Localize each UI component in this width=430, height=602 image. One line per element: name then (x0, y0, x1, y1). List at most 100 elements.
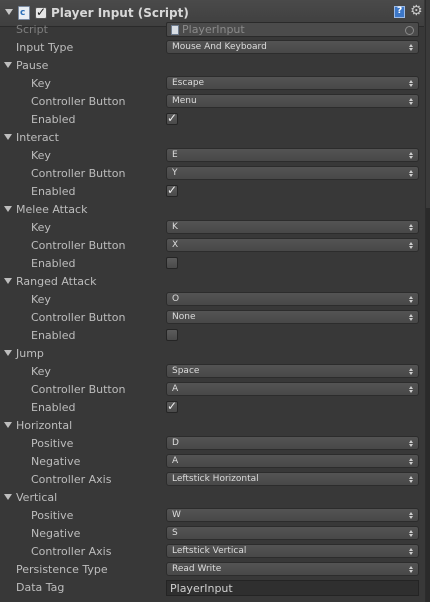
vertical-label: Vertical (16, 491, 58, 504)
horizontal-positive-row: Positive D (0, 435, 424, 453)
script-object-field[interactable]: PlayerInput (166, 22, 419, 37)
script-row: Script PlayerInput (0, 21, 424, 39)
pause-button-dropdown[interactable]: Menu (166, 94, 419, 108)
interact-button-row: Controller Button Y (0, 165, 424, 183)
melee-button-dropdown[interactable]: X (166, 238, 419, 252)
ranged-key-dropdown[interactable]: O (166, 292, 419, 306)
pause-label: Pause (16, 59, 49, 72)
input-type-row: Input Type Mouse And Keyboard (0, 39, 424, 57)
pause-enabled-row: Enabled ✓ (0, 111, 424, 129)
persistence-type-label: Persistence Type (16, 563, 108, 576)
data-tag-input[interactable]: PlayerInput (166, 580, 419, 596)
interact-label: Interact (16, 131, 59, 144)
dropdown-arrow-icon (409, 242, 414, 249)
interact-button-value: Y (172, 168, 178, 178)
dropdown-arrow-icon (409, 368, 414, 375)
foldout-arrow-icon[interactable] (4, 494, 12, 500)
inspector-scrollbar[interactable] (425, 0, 430, 602)
pause-enabled-checkbox[interactable]: ✓ (166, 111, 178, 125)
ranged-label: Ranged Attack (16, 275, 97, 288)
interact-button-label: Controller Button (31, 167, 126, 180)
dropdown-arrow-icon (409, 44, 414, 51)
horizontal-positive-label: Positive (31, 437, 74, 450)
melee-key-label: Key (31, 221, 51, 234)
input-type-dropdown[interactable]: Mouse And Keyboard (166, 40, 419, 54)
vertical-axis-dropdown[interactable]: Leftstick Vertical (166, 544, 419, 558)
jump-key-label: Key (31, 365, 51, 378)
vertical-negative-row: Negative S (0, 525, 424, 543)
ranged-enabled-checkbox[interactable] (166, 329, 178, 341)
scrollbar-thumb[interactable] (426, 208, 430, 602)
foldout-arrow-icon[interactable] (4, 206, 12, 212)
jump-key-value: Space (172, 366, 200, 376)
jump-button-value: A (172, 384, 179, 394)
ranged-button-dropdown[interactable]: None (166, 310, 419, 324)
ranged-button-label: Controller Button (31, 311, 126, 324)
jump-label: Jump (16, 347, 44, 360)
interact-key-row: Key E (0, 147, 424, 165)
melee-button-label: Controller Button (31, 239, 126, 252)
foldout-arrow-icon[interactable] (4, 278, 12, 284)
melee-label: Melee Attack (16, 203, 88, 216)
horizontal-negative-label: Negative (31, 455, 81, 468)
melee-key-dropdown[interactable]: K (166, 220, 419, 234)
jump-enabled-row: Enabled ✓ (0, 399, 424, 417)
dropdown-arrow-icon (409, 170, 414, 177)
interact-enabled-checkbox[interactable]: ✓ (166, 183, 178, 197)
horizontal-axis-dropdown[interactable]: Leftstick Horizontal (166, 472, 419, 486)
vertical-negative-dropdown[interactable]: S (166, 526, 419, 540)
jump-key-row: Key Space (0, 363, 424, 381)
object-picker-icon[interactable] (405, 26, 414, 35)
dropdown-arrow-icon (409, 566, 414, 573)
pause-key-row: Key Escape (0, 75, 424, 93)
interact-foldout[interactable]: Interact (0, 129, 424, 147)
pause-button-value: Menu (172, 96, 197, 106)
dropdown-arrow-icon (409, 458, 414, 465)
foldout-arrow-icon[interactable] (4, 422, 12, 428)
horizontal-foldout[interactable]: Horizontal (0, 417, 424, 435)
foldout-arrow-icon[interactable] (4, 134, 12, 140)
foldout-arrow-icon[interactable] (4, 350, 12, 356)
input-type-value: Mouse And Keyboard (172, 42, 267, 52)
interact-key-dropdown[interactable]: E (166, 148, 419, 162)
vertical-positive-row: Positive W (0, 507, 424, 525)
melee-enabled-checkbox[interactable] (166, 257, 178, 269)
persistence-type-dropdown[interactable]: Read Write (166, 562, 419, 576)
interact-enabled-row: Enabled ✓ (0, 183, 424, 201)
horizontal-negative-dropdown[interactable]: A (166, 454, 419, 468)
jump-button-dropdown[interactable]: A (166, 382, 419, 396)
data-tag-label: Data Tag (16, 581, 65, 594)
horizontal-axis-row: Controller Axis Leftstick Horizontal (0, 471, 424, 489)
pause-key-label: Key (31, 77, 51, 90)
melee-enabled-label: Enabled (31, 257, 76, 270)
melee-foldout[interactable]: Melee Attack (0, 201, 424, 219)
foldout-arrow-icon[interactable] (4, 62, 12, 68)
melee-enabled-row: Enabled (0, 255, 424, 273)
interact-button-dropdown[interactable]: Y (166, 166, 419, 180)
melee-button-value: X (172, 240, 179, 250)
horizontal-positive-dropdown[interactable]: D (166, 436, 419, 450)
jump-key-dropdown[interactable]: Space (166, 364, 419, 378)
vertical-negative-label: Negative (31, 527, 81, 540)
jump-foldout[interactable]: Jump (0, 345, 424, 363)
input-type-label: Input Type (16, 41, 74, 54)
vertical-foldout[interactable]: Vertical (0, 489, 424, 507)
component-foldout-icon[interactable] (5, 9, 13, 15)
ranged-foldout[interactable]: Ranged Attack (0, 273, 424, 291)
jump-enabled-checkbox[interactable]: ✓ (166, 399, 178, 413)
dropdown-arrow-icon (409, 512, 414, 519)
pause-button-label: Controller Button (31, 95, 126, 108)
gear-icon[interactable]: ⚙ (410, 3, 423, 19)
pause-foldout[interactable]: Pause (0, 57, 424, 75)
vertical-positive-dropdown[interactable]: W (166, 508, 419, 522)
component-enabled-checkbox[interactable]: ✓ (35, 5, 47, 19)
ranged-key-label: Key (31, 293, 51, 306)
pause-button-row: Controller Button Menu (0, 93, 424, 111)
dropdown-arrow-icon (409, 296, 414, 303)
help-book-icon[interactable]: ? (394, 6, 405, 18)
dropdown-arrow-icon (409, 152, 414, 159)
jump-enabled-label: Enabled (31, 401, 76, 414)
pause-key-dropdown[interactable]: Escape (166, 76, 419, 90)
data-tag-row: Data Tag PlayerInput (0, 579, 424, 597)
pause-key-value: Escape (172, 78, 205, 88)
